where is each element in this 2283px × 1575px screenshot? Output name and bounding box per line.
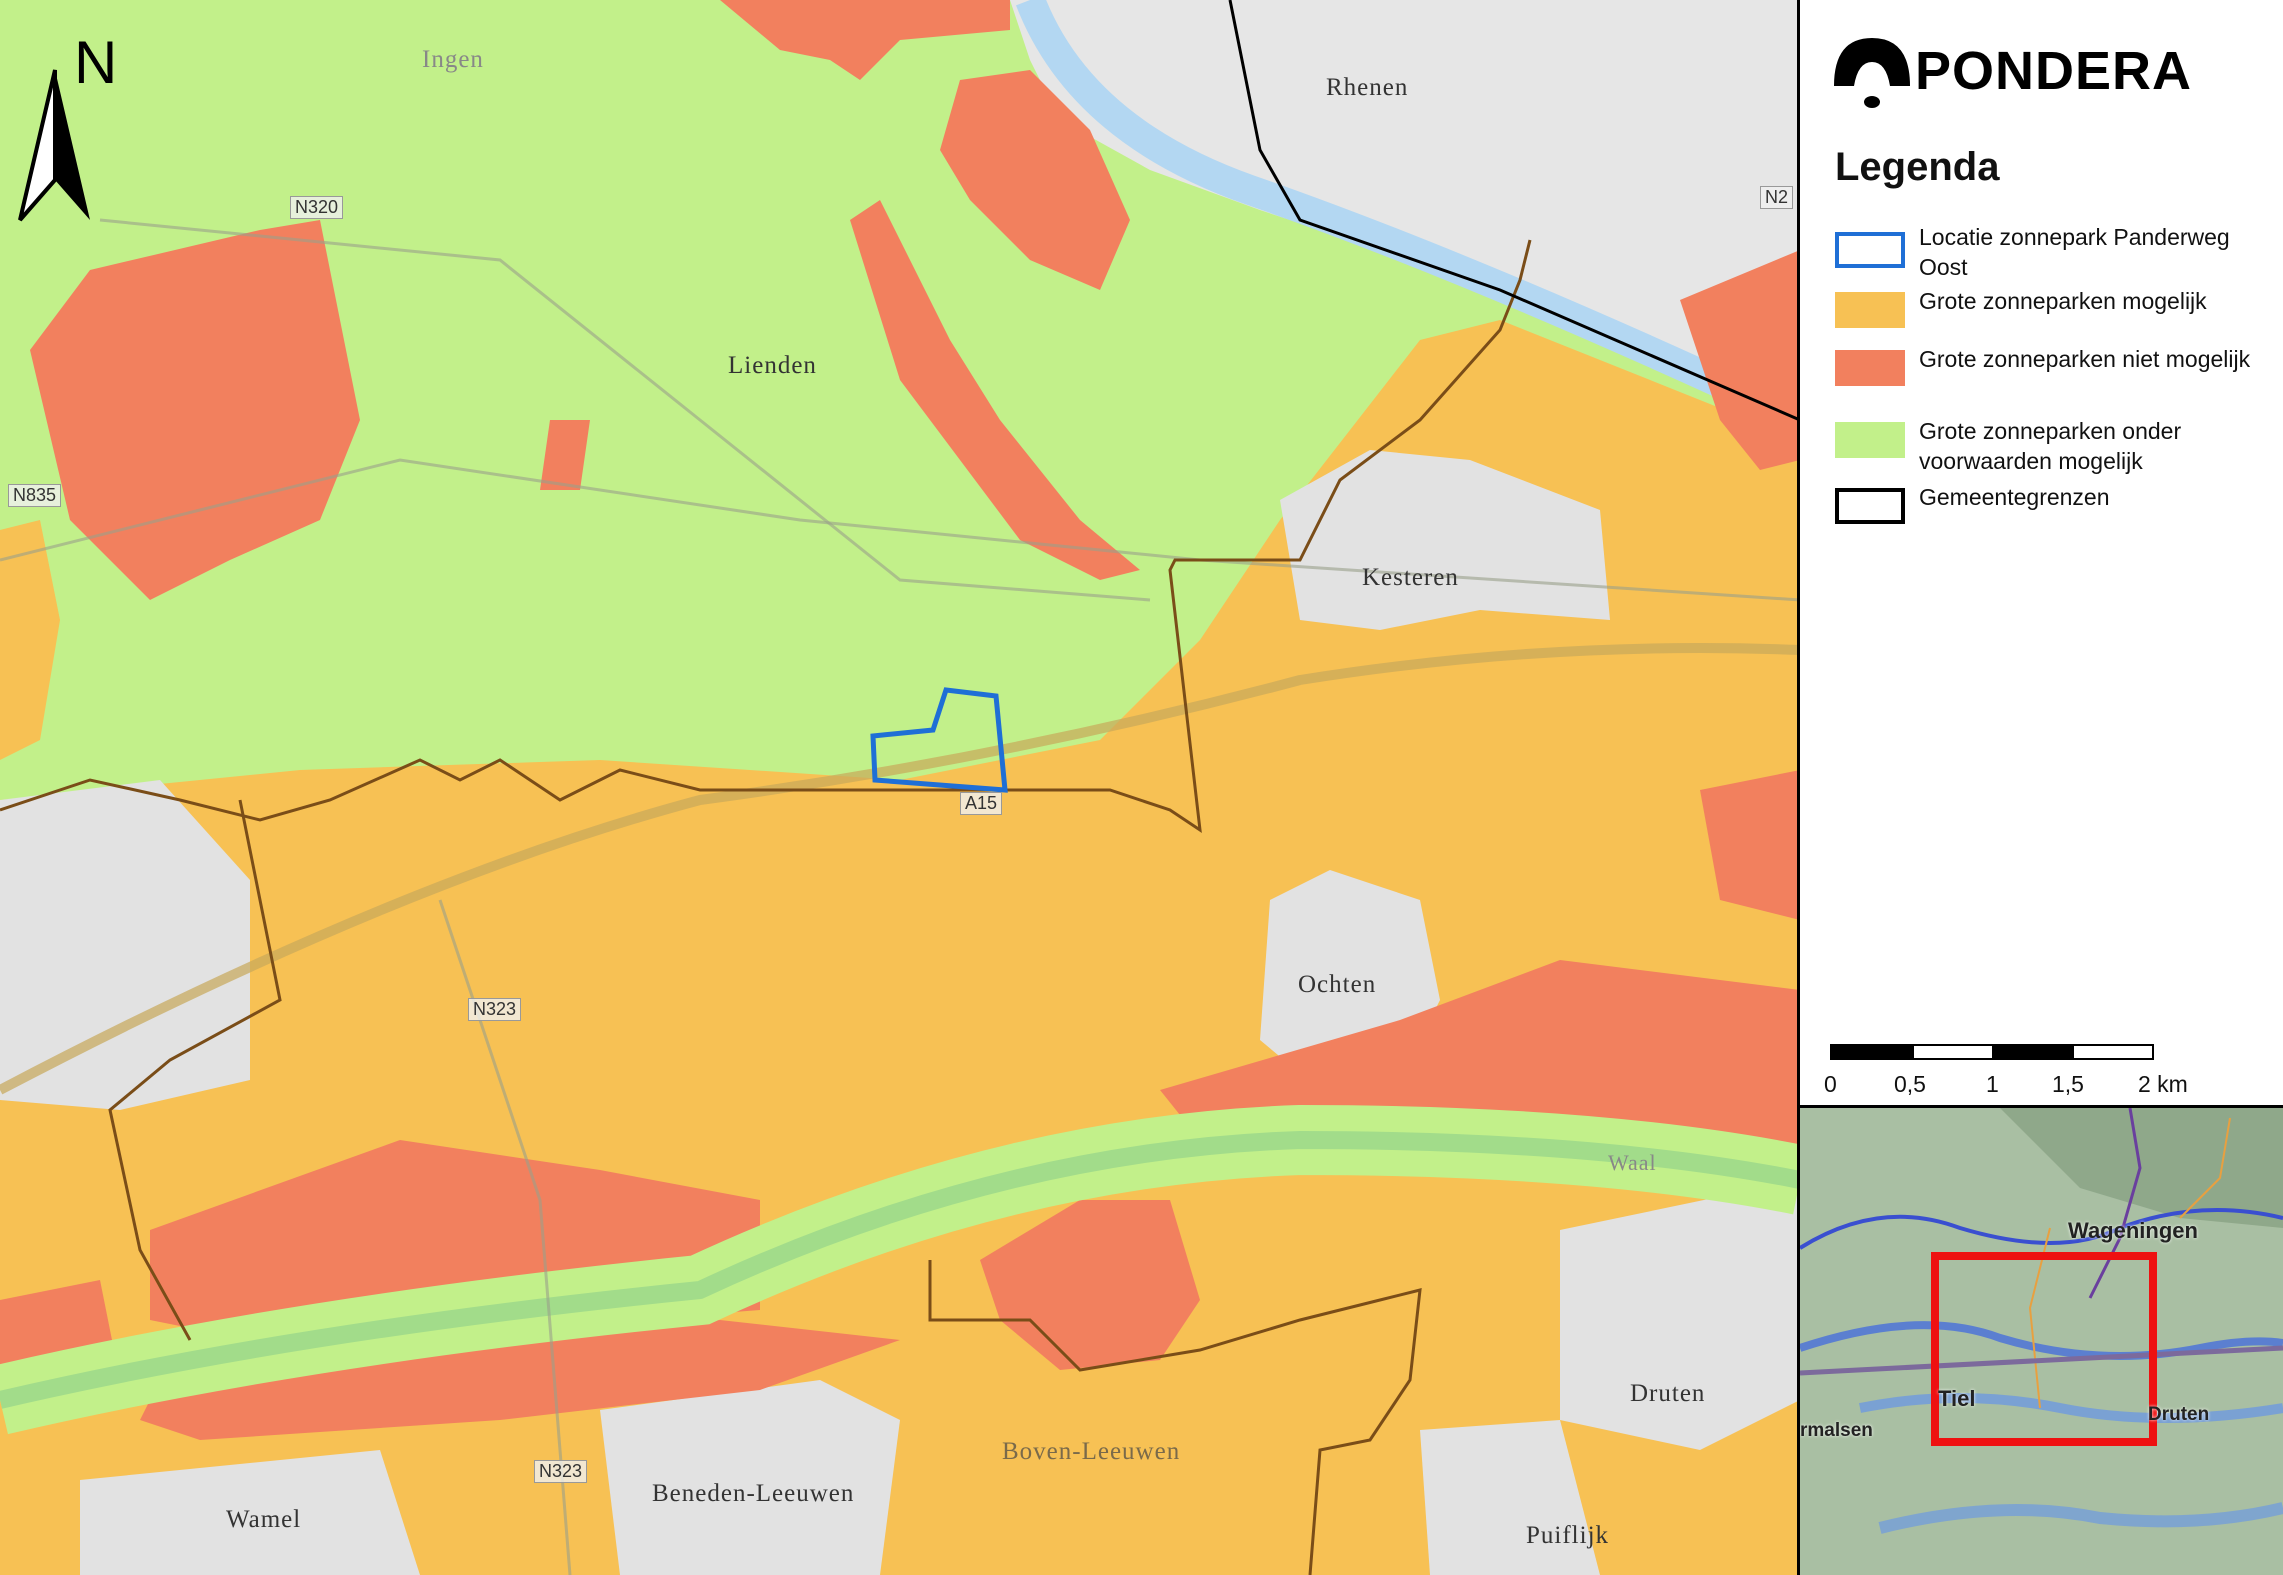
pondera-logo-icon — [1834, 38, 1910, 108]
legend-title: Legenda — [1835, 145, 2000, 189]
beneden-leeuwen-urban — [600, 1380, 900, 1575]
map-canvas — [0, 0, 1797, 1575]
legend-swatch-location — [1835, 232, 1905, 268]
side-panel: PONDERA Legenda Locatie zonnepark Pander… — [1800, 0, 2283, 1575]
scale-bar: 0 0,5 1 1,5 2 km — [1824, 1043, 2270, 1103]
scale-tick-0: 0 — [1824, 1071, 1837, 1097]
north-label: N — [74, 29, 118, 96]
scale-tick-2: 1 — [1986, 1071, 1999, 1097]
legend-label-not-possible: Grote zonneparken niet mogelijk — [1919, 346, 2251, 372]
inset-map-canvas — [1800, 1108, 2283, 1575]
scale-tick-4: 2 km — [2138, 1071, 2188, 1097]
place-kesteren: Kesteren — [1362, 564, 1459, 591]
road-label-n323-south: N323 — [534, 1460, 588, 1483]
place-druten: Druten — [1630, 1380, 1706, 1407]
place-waal: Waal — [1608, 1150, 1657, 1175]
place-rhenen: Rhenen — [1326, 74, 1409, 101]
scale-tick-1: 0,5 — [1894, 1071, 1926, 1097]
scale-tick-3: 1,5 — [2052, 1071, 2084, 1097]
place-ingen: Ingen — [422, 46, 484, 73]
pondera-logo-text: PONDERA — [1915, 41, 2193, 101]
legend-swatch-possible — [1835, 292, 1905, 328]
legend-label-boundaries: Gemeentegrenzen — [1919, 484, 2110, 510]
legend-label-location: Locatie zonnepark Panderweg Oost — [1919, 224, 2230, 280]
map-view[interactable]: N Ingen Rhenen Lienden Kesteren Ochten W… — [0, 0, 1800, 1575]
legend-label-possible: Grote zonneparken mogelijk — [1919, 288, 2207, 314]
place-puiflijk: Puiflijk — [1526, 1522, 1610, 1549]
place-beneden-leeuwen: Beneden-Leeuwen — [652, 1480, 855, 1507]
legend-swatch-conditional — [1835, 422, 1905, 458]
place-lienden: Lienden — [728, 352, 817, 379]
inset-place-druten: Druten — [2148, 1404, 2210, 1425]
inset-place-wageningen: Wageningen — [2068, 1218, 2198, 1243]
road-label-n323-north: N323 — [468, 998, 522, 1021]
inset-place-tiel: Tiel — [1938, 1386, 1976, 1411]
road-label-a15: A15 — [960, 792, 1003, 815]
legend-label-conditional: Grote zonneparken onder voorwaarden moge… — [1919, 418, 2182, 474]
scale-bar-graphic — [1830, 1044, 2154, 1060]
road-label-n320: N320 — [290, 196, 344, 219]
place-wamel: Wamel — [226, 1506, 302, 1533]
road-label-n2: N2 — [1760, 186, 1794, 209]
road-label-n835: N835 — [8, 484, 62, 507]
place-boven-leeuwen: Boven-Leeuwen — [1002, 1438, 1181, 1465]
inset-place-geldermalsen: rmalsen — [1800, 1420, 1873, 1441]
legend-swatch-boundaries — [1835, 488, 1905, 524]
legend-swatch-not-possible — [1835, 350, 1905, 386]
pondera-logo: PONDERA — [1830, 30, 2250, 110]
place-ochten: Ochten — [1298, 971, 1377, 998]
overview-inset-map: Wageningen Tiel Druten rmalsen — [1800, 1105, 2283, 1575]
